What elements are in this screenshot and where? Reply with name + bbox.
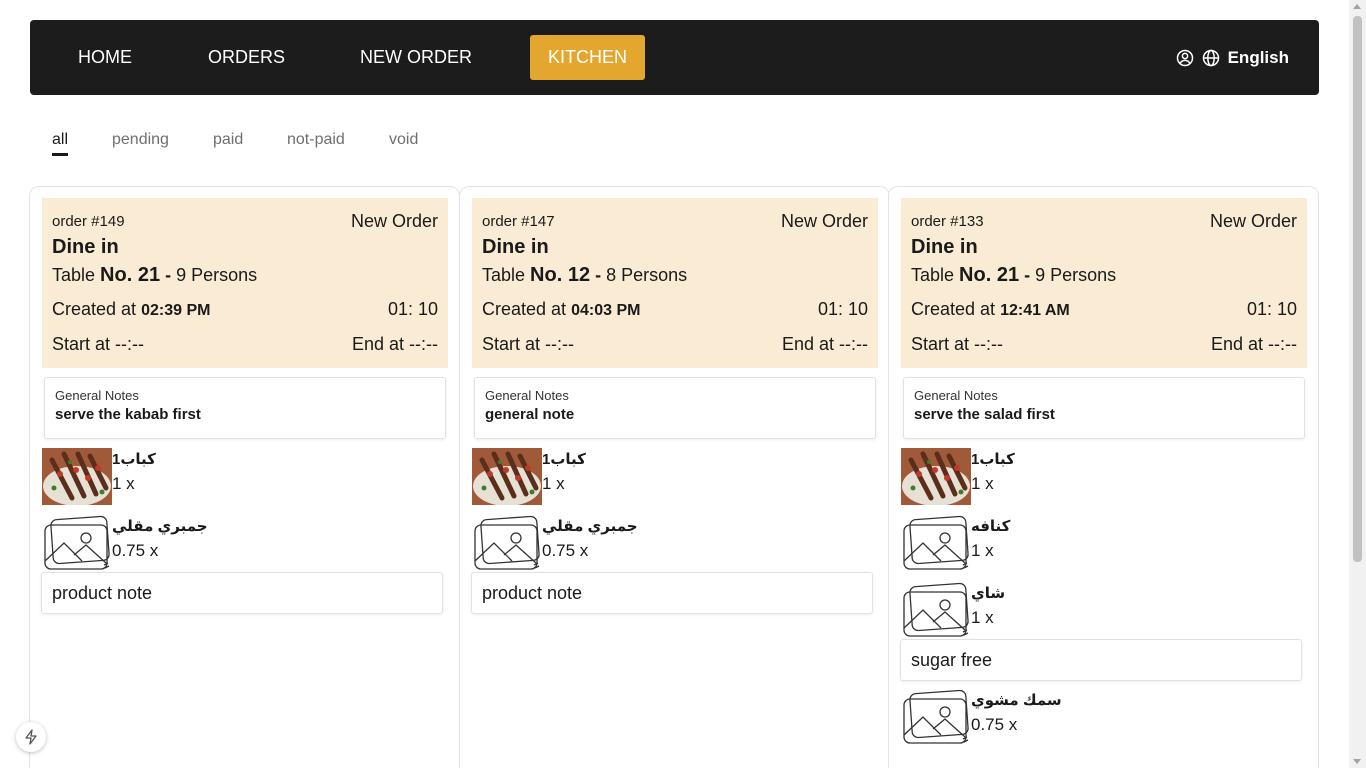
order-status: New Order — [350, 211, 438, 231]
order-end: End at --:-- — [781, 334, 868, 354]
scroll-down-arrow[interactable] — [1353, 759, 1361, 764]
order-type: Dine in — [911, 236, 978, 258]
item-name: كنافه — [971, 518, 1011, 535]
product-note: product note — [41, 572, 443, 614]
item-quantity: 1 x — [542, 474, 565, 493]
item-name: كباب1 — [542, 451, 586, 468]
language-selector[interactable]: English — [1228, 48, 1289, 68]
item-name: كباب1 — [971, 451, 1015, 468]
lightning-icon[interactable] — [16, 722, 46, 752]
nav-home[interactable]: HOME — [60, 35, 150, 80]
order-start: Start at --:-- — [911, 334, 1004, 354]
order-timer: 01: 10 — [1246, 299, 1297, 319]
order-start: Start at --:-- — [482, 334, 575, 354]
item-quantity: 0.75 x — [112, 541, 159, 560]
order-timer: 01: 10 — [387, 299, 438, 319]
nav-kitchen[interactable]: KITCHEN — [530, 35, 646, 80]
nav-orders[interactable]: ORDERS — [190, 35, 303, 80]
item-quantity: 1 x — [971, 608, 994, 627]
globe-icon[interactable] — [1202, 49, 1220, 67]
image-placeholder-icon — [901, 515, 971, 572]
image-placeholder-icon — [901, 582, 971, 639]
item-name: جمبري مقلي — [542, 518, 638, 535]
order-end: End at --:-- — [351, 334, 438, 354]
order-number: order #133 — [911, 213, 984, 230]
order-header: order #133 New Order Dine in Table No. 2… — [901, 198, 1307, 368]
tab-pending[interactable]: pending — [112, 131, 169, 149]
tab-void[interactable]: void — [389, 131, 418, 149]
kabab-photo — [472, 448, 542, 506]
order-card: order #147 New Order Dine in Table No. 1… — [459, 186, 890, 768]
image-placeholder-icon — [901, 689, 971, 746]
tab-not-paid[interactable]: not-paid — [287, 131, 345, 149]
item-quantity: 0.75 x — [542, 541, 589, 560]
order-created: Created at 12:41 AM — [911, 299, 1070, 319]
item-quantity: 1 x — [971, 541, 994, 560]
order-status: New Order — [780, 211, 868, 231]
item-quantity: 0.75 x — [971, 715, 1018, 734]
product-note: sugar free — [900, 639, 1302, 681]
order-header: order #149 New Order Dine in Table No. 2… — [42, 198, 448, 368]
order-card: order #133 New Order Dine in Table No. 2… — [888, 186, 1319, 768]
kabab-photo — [42, 448, 112, 506]
item-name: سمك مشوي — [971, 692, 1062, 709]
general-notes-text: general note — [485, 406, 575, 423]
general-notes: General Notes general note — [474, 377, 876, 439]
tab-paid[interactable]: paid — [213, 131, 243, 149]
item-quantity: 1 x — [112, 474, 135, 493]
order-card: order #149 New Order Dine in Table No. 2… — [29, 186, 460, 768]
nav-new-order[interactable]: NEW ORDER — [342, 35, 490, 80]
item-quantity: 1 x — [971, 474, 994, 493]
general-notes-text: serve the kabab first — [55, 406, 201, 423]
scroll-up-arrow[interactable] — [1353, 4, 1361, 9]
order-created: Created at 02:39 PM — [52, 299, 211, 319]
top-navbar: HOME ORDERS NEW ORDER KITCHEN English — [30, 20, 1319, 95]
order-type: Dine in — [482, 236, 549, 258]
order-number: order #149 — [52, 213, 125, 230]
kabab-photo — [901, 448, 971, 506]
product-note: product note — [471, 572, 873, 614]
order-created: Created at 04:03 PM — [482, 299, 641, 319]
user-icon[interactable] — [1176, 49, 1194, 67]
order-table: Table No. 21 - 9 Persons — [911, 264, 1117, 286]
item-name: كباب1 — [112, 451, 156, 468]
order-start: Start at --:-- — [52, 334, 145, 354]
item-name: شاي — [971, 585, 1006, 602]
image-placeholder-icon — [472, 515, 542, 572]
item-name: جمبري مقلي — [112, 518, 208, 535]
order-number: order #147 — [482, 213, 555, 230]
scroll-thumb[interactable] — [1353, 16, 1362, 562]
general-notes: General Notes serve the kabab first — [44, 377, 446, 439]
order-timer: 01: 10 — [817, 299, 868, 319]
order-status: New Order — [1209, 211, 1297, 231]
general-notes: General Notes serve the salad first — [903, 377, 1305, 439]
order-end: End at --:-- — [1210, 334, 1297, 354]
order-header: order #147 New Order Dine in Table No. 1… — [472, 198, 878, 368]
general-notes-text: serve the salad first — [914, 406, 1055, 423]
order-table: Table No. 12 - 8 Persons — [482, 264, 688, 286]
order-type: Dine in — [52, 236, 119, 258]
nav-right-group: English — [1176, 20, 1289, 95]
image-placeholder-icon — [42, 515, 112, 572]
vertical-scrollbar[interactable] — [1349, 0, 1366, 768]
tab-all[interactable]: all — [52, 131, 69, 156]
order-table: Table No. 21 - 9 Persons — [52, 264, 258, 286]
